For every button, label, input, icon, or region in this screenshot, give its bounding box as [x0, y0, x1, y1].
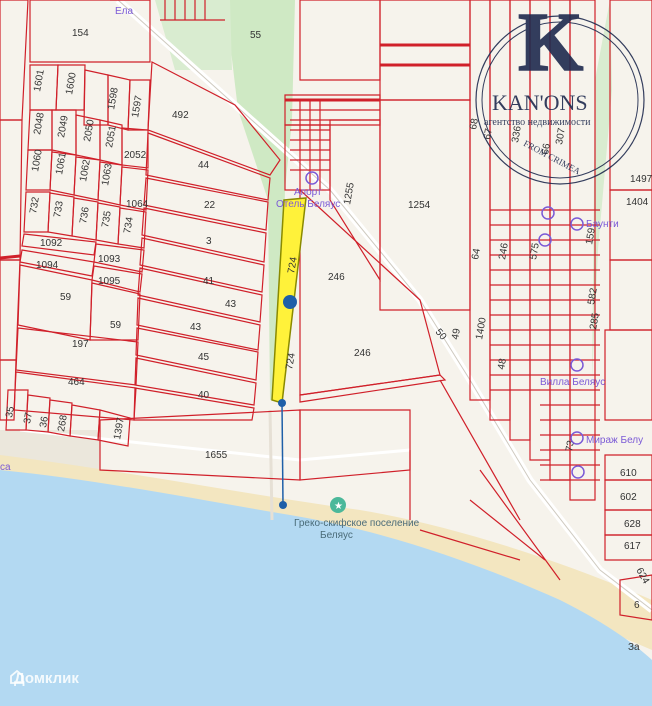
logo-k-mark: K: [518, 0, 583, 89]
partial-label-za: За: [628, 642, 640, 653]
provider-watermark: Домклик: [10, 670, 79, 687]
plot-number-label: 1092: [40, 238, 63, 249]
plot-number-label: 197: [72, 339, 89, 350]
plot-number-label: 602: [620, 492, 637, 503]
plot-number-label: 59: [60, 292, 72, 303]
plot-number-label: 41: [203, 276, 215, 287]
plot-number-label: 3: [206, 236, 212, 247]
plot-number-label: 43: [190, 322, 202, 333]
plot-number-label: 1094: [36, 260, 59, 271]
plot-number-label: 6: [634, 600, 640, 611]
poi-label-aport: Апорт: [294, 187, 322, 198]
plot-number-label: 492: [172, 110, 189, 121]
plot-number-label: 22: [204, 200, 216, 211]
plot-number-label: 610: [620, 468, 637, 479]
beach-path: [268, 409, 274, 521]
poi-label-villa-belyaus: Вилла Беляус: [540, 377, 605, 388]
partial-label-sa: са: [0, 462, 11, 473]
plot-number-label: 246: [328, 272, 345, 283]
poi-label-mirazh: Мираж Белу: [586, 435, 643, 446]
plot-number-label: 1095: [98, 276, 121, 287]
plot-number-label: 45: [198, 352, 210, 363]
plot-number-label: 246: [354, 348, 371, 359]
plot-number-label: 1404: [626, 197, 649, 208]
plot-number-label: 1655: [205, 450, 228, 461]
poi-label-hotel-belyaus: Отель Беляус: [276, 199, 340, 210]
plot-number-label: 40: [198, 390, 210, 401]
poi-label-bounty: Баунти: [586, 219, 619, 230]
plot-number-label: 43: [225, 299, 237, 310]
svg-text:★: ★: [334, 501, 343, 512]
logo-tagline: агентство недвижимости: [484, 117, 591, 128]
cadastral-map[interactable]: 154 55 1601 1600 1598 1597 492 2048 2049 2050 2051…: [0, 0, 652, 706]
plot-number-label: 1093: [98, 254, 121, 265]
plot-number-label: 55: [250, 30, 262, 41]
distance-line: [281, 402, 284, 506]
plot-number-label: 1254: [408, 200, 431, 211]
plot-number-label: 628: [624, 519, 641, 530]
plot-number-label: 1497: [630, 174, 652, 185]
plot-number-label: 154: [72, 28, 89, 39]
location-pin[interactable]: [283, 295, 297, 309]
partial-label-ela: Ела: [115, 6, 134, 17]
plot-number-label: 1064: [126, 199, 149, 210]
plot-number-label: 617: [624, 541, 641, 552]
logo-brand: KAN'ONS: [492, 90, 588, 115]
plot-number-label: 464: [68, 377, 85, 388]
distance-start-marker[interactable]: [278, 399, 286, 407]
map-canvas[interactable]: 154 551601 16001598 1597 4922048 2049 2050 2051…: [0, 0, 652, 706]
distance-end-marker[interactable]: [279, 501, 287, 509]
plot-number-label: 2052: [124, 150, 147, 161]
plot-number-label: 59: [110, 320, 122, 331]
plot-number-label: 44: [198, 160, 210, 171]
